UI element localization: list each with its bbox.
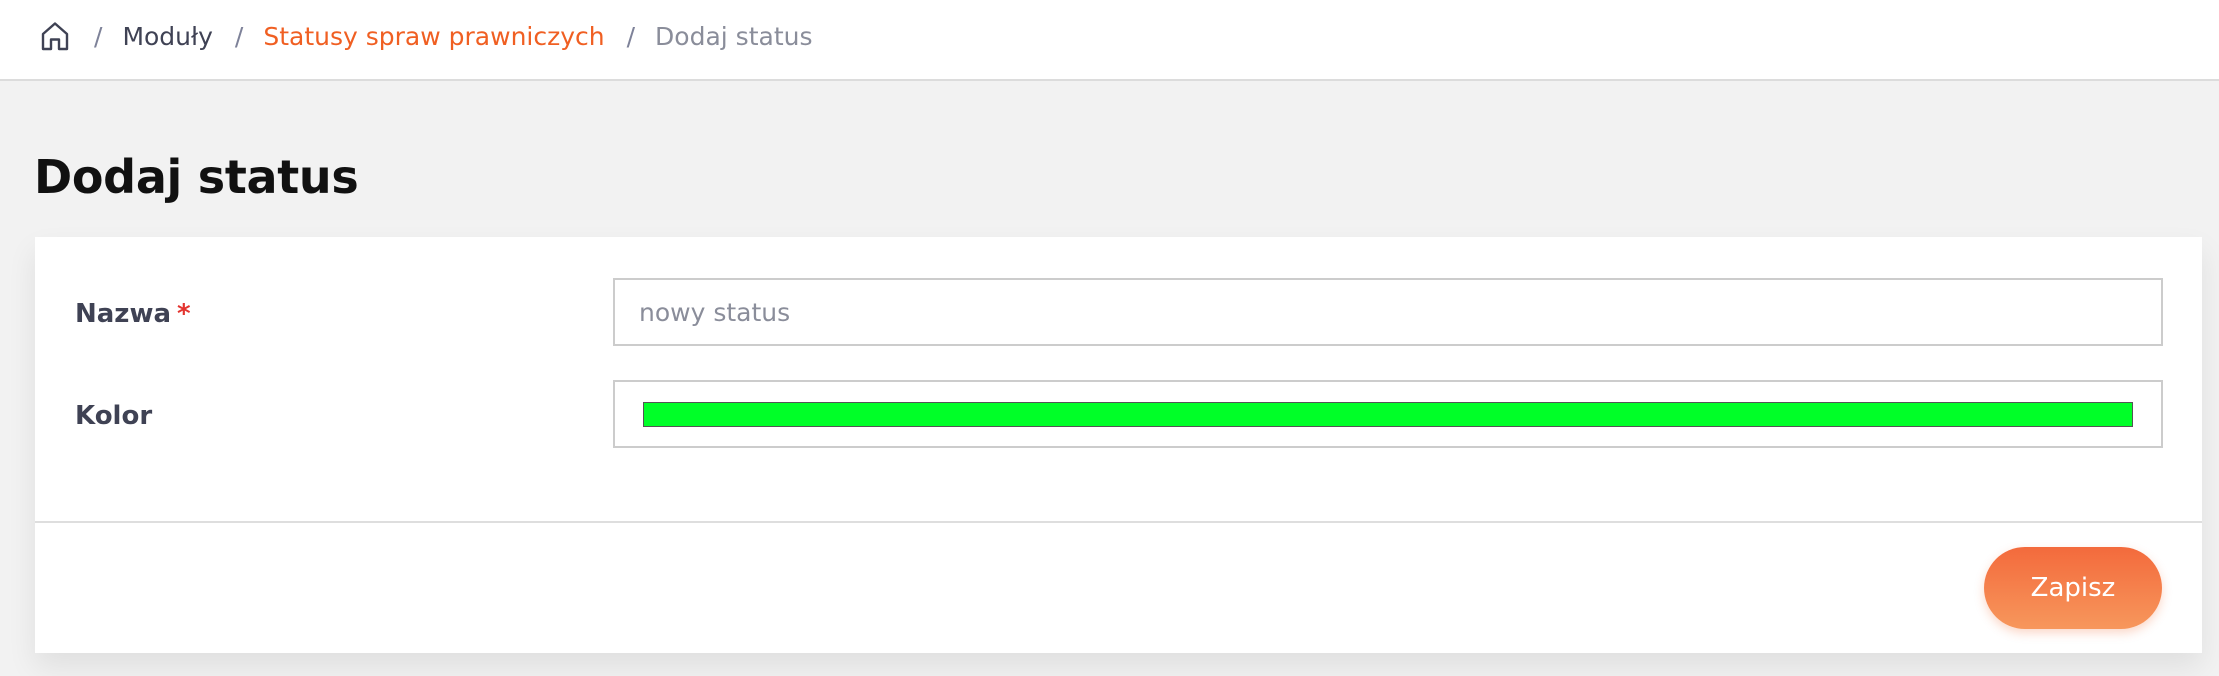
breadcrumb-link-modules[interactable]: Moduły <box>122 22 212 51</box>
form-card: Nazwa* Kolor Zapisz <box>35 237 2202 653</box>
name-label-text: Nazwa <box>75 299 172 329</box>
home-icon[interactable] <box>38 19 72 53</box>
breadcrumb-bar: / Moduły / Statusy spraw prawniczych / D… <box>0 0 2219 81</box>
name-input[interactable] <box>613 278 2163 346</box>
breadcrumb-link-legal-case-statuses[interactable]: Statusy spraw prawniczych <box>263 22 604 51</box>
color-field-label: Kolor <box>75 401 153 431</box>
save-button[interactable]: Zapisz <box>1984 547 2162 629</box>
breadcrumb-separator: / <box>94 21 103 51</box>
card-divider <box>35 521 2202 523</box>
breadcrumb-current: Dodaj status <box>655 21 813 51</box>
page-title: Dodaj status <box>34 150 359 204</box>
name-field-label: Nazwa * <box>75 296 191 332</box>
breadcrumb: / Moduły / Statusy spraw prawniczych / D… <box>38 16 813 56</box>
breadcrumb-separator: / <box>626 21 636 51</box>
required-mark: * <box>177 299 191 329</box>
breadcrumb-separator: / <box>234 21 244 51</box>
color-picker[interactable] <box>613 380 2163 448</box>
color-swatch[interactable] <box>643 402 2133 427</box>
